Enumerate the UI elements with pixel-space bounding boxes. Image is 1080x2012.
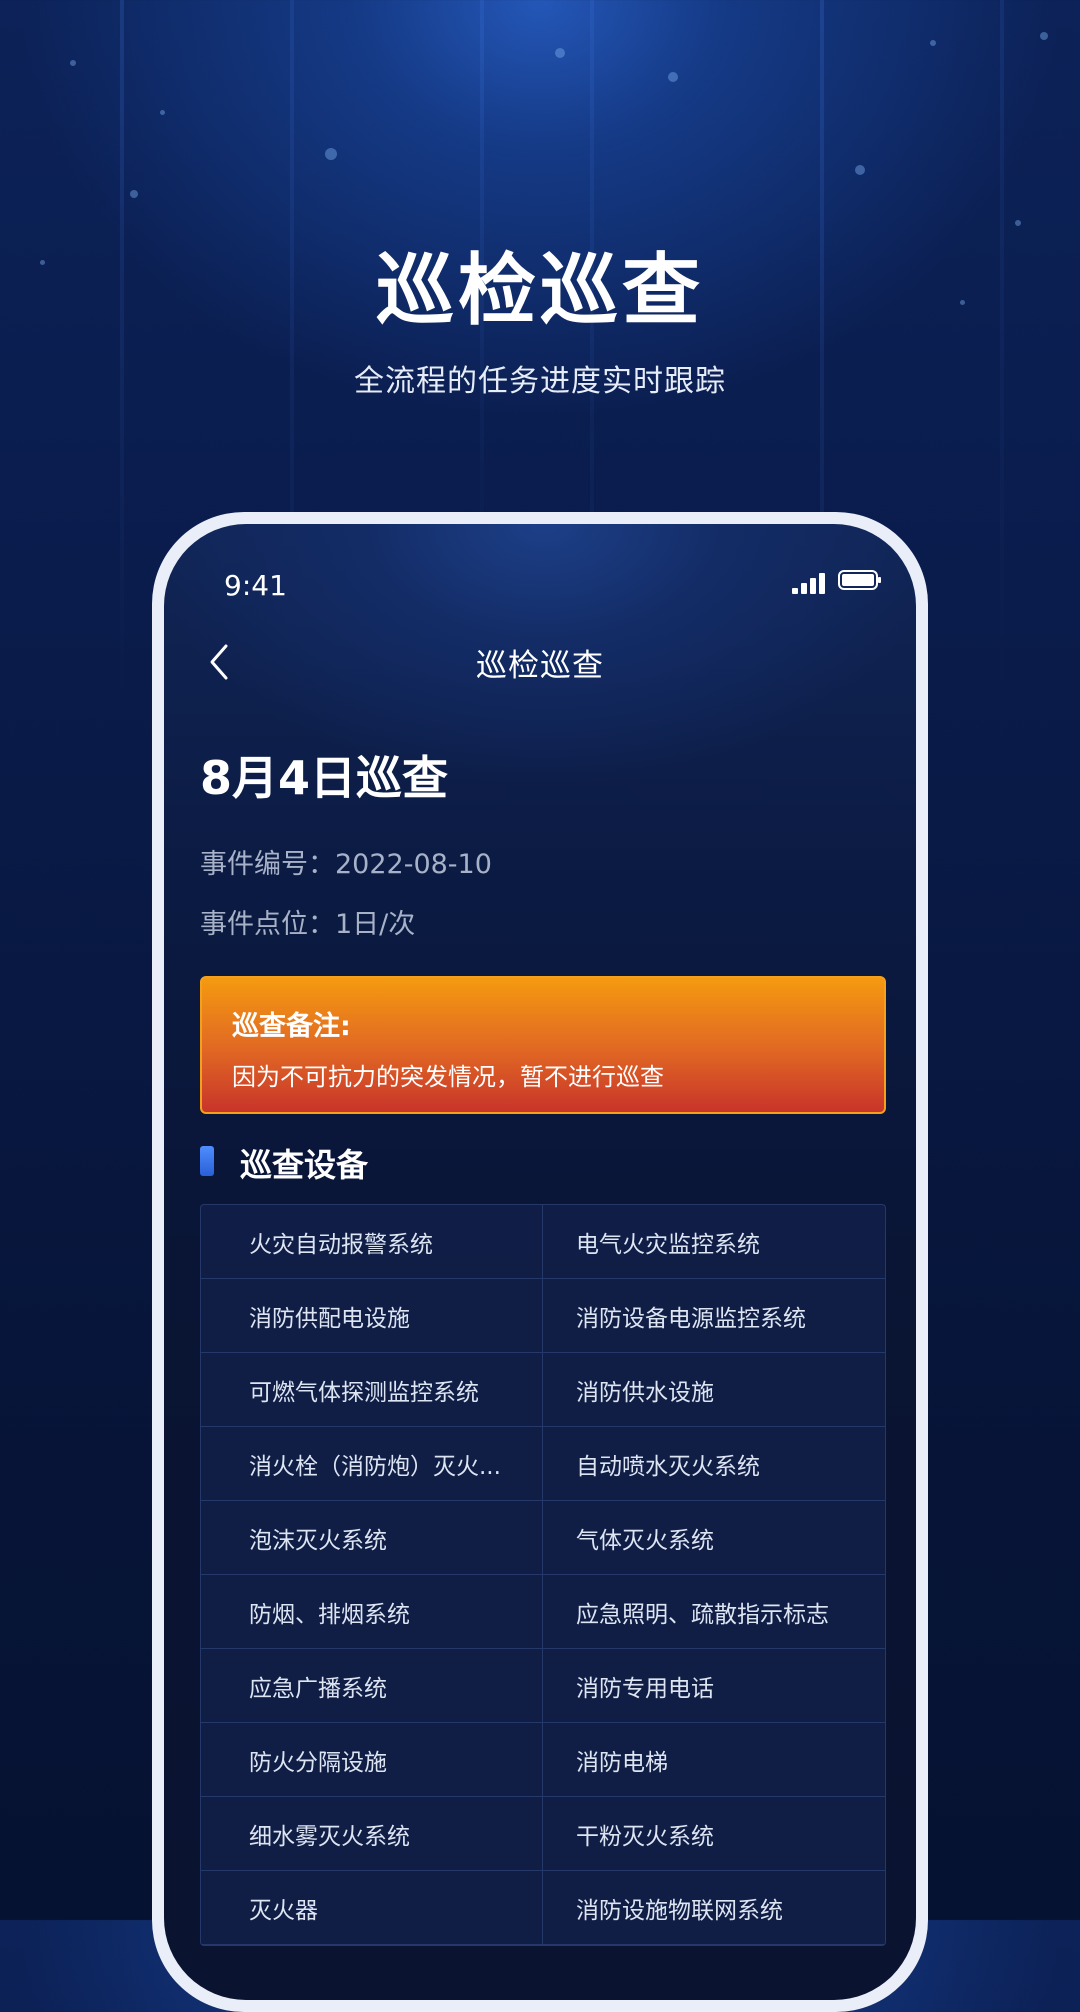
nav-title: 巡检巡查 xyxy=(476,648,604,684)
phone-frame: 9:41 巡检巡查 8月4日巡查 事件编号：2022-08-10 事件点位：1日… xyxy=(152,512,928,2012)
device-item[interactable]: 应急照明、疏散指示标志 xyxy=(543,1575,885,1649)
event-point-value: 1日/次 xyxy=(335,909,416,940)
device-item-label: 防火分隔设施 xyxy=(249,1749,387,1776)
device-item-label: 消防设施物联网系统 xyxy=(576,1897,783,1924)
device-item[interactable]: 消防供配电设施 xyxy=(201,1279,543,1353)
device-item-label: 干粉灭火系统 xyxy=(576,1823,714,1850)
device-item[interactable]: 电气火灾监控系统 xyxy=(543,1205,885,1279)
device-item[interactable]: 消防供水设施 xyxy=(543,1353,885,1427)
battery-icon xyxy=(838,570,881,590)
device-item-label: 自动喷水灭火系统 xyxy=(576,1453,760,1480)
device-item[interactable]: 应急广播系统 xyxy=(201,1649,543,1723)
devices-section-title: 巡查设备 xyxy=(240,1146,369,1184)
device-item-label: 火灾自动报警系统 xyxy=(249,1231,433,1258)
device-item[interactable]: 灭火器 xyxy=(201,1871,543,1945)
event-point-label: 事件点位： xyxy=(200,909,335,940)
device-item[interactable]: 防火分隔设施 xyxy=(201,1723,543,1797)
device-item-label: 气体灭火系统 xyxy=(576,1527,714,1554)
device-item-label: 可燃气体探测监控系统 xyxy=(249,1379,479,1406)
device-item-label: 细水雾灭火系统 xyxy=(249,1823,410,1850)
device-item-label: 应急照明、疏散指示标志 xyxy=(576,1601,829,1628)
device-item-label: 消防专用电话 xyxy=(576,1675,714,1702)
device-item-label: 泡沫灭火系统 xyxy=(249,1527,387,1554)
device-item[interactable]: 自动喷水灭火系统 xyxy=(543,1427,885,1501)
device-item-label: 应急广播系统 xyxy=(249,1675,387,1702)
section-marker xyxy=(200,1146,214,1176)
device-item[interactable]: 细水雾灭火系统 xyxy=(201,1797,543,1871)
device-item-label: 消防电梯 xyxy=(576,1749,668,1776)
device-item[interactable]: 消防设备电源监控系统 xyxy=(543,1279,885,1353)
hero-title: 巡检巡查 xyxy=(375,246,704,336)
device-item-label: 消火栓（消防炮）灭火... xyxy=(249,1453,501,1480)
hero-subtitle: 全流程的任务进度实时跟踪 xyxy=(354,364,726,399)
phone-screen: 9:41 巡检巡查 8月4日巡查 事件编号：2022-08-10 事件点位：1日… xyxy=(164,524,916,2000)
device-item[interactable]: 气体灭火系统 xyxy=(543,1501,885,1575)
inspection-note-card: 巡查备注: 因为不可抗力的突发情况，暂不进行巡查 xyxy=(200,976,886,1114)
device-grid: 火灾自动报警系统 电气火灾监控系统消防供配电设施 消防设备电源监控系统可燃气体探测监… xyxy=(200,1204,886,1946)
device-item[interactable]: 消火栓（消防炮）灭火... xyxy=(201,1427,543,1501)
event-point-row: 事件点位：1日/次 xyxy=(200,902,415,941)
event-number-label: 事件编号： xyxy=(200,849,335,880)
device-item-label: 防烟、排烟系统 xyxy=(249,1601,410,1628)
device-item[interactable]: 消防电梯 xyxy=(543,1723,885,1797)
device-item[interactable]: 火灾自动报警系统 xyxy=(201,1205,543,1279)
status-time: 9:41 xyxy=(224,569,287,602)
event-number-row: 事件编号：2022-08-10 xyxy=(200,842,492,881)
device-item-label: 电气火灾监控系统 xyxy=(576,1231,760,1258)
device-item[interactable]: 可燃气体探测监控系统 xyxy=(201,1353,543,1427)
device-item[interactable]: 消防专用电话 xyxy=(543,1649,885,1723)
device-item-label: 消防供配电设施 xyxy=(249,1305,410,1332)
device-item[interactable]: 干粉灭火系统 xyxy=(543,1797,885,1871)
device-item-label: 灭火器 xyxy=(249,1897,318,1924)
event-number-value: 2022-08-10 xyxy=(335,849,492,880)
device-item-label: 消防设备电源监控系统 xyxy=(576,1305,806,1332)
note-text: 因为不可抗力的突发情况，暂不进行巡查 xyxy=(232,1063,664,1091)
device-item[interactable]: 消防设施物联网系统 xyxy=(543,1871,885,1945)
device-item-label: 消防供水设施 xyxy=(576,1379,714,1406)
device-item[interactable]: 防烟、排烟系统 xyxy=(201,1575,543,1649)
device-item[interactable]: 泡沫灭火系统 xyxy=(201,1501,543,1575)
signal-icon xyxy=(792,572,826,594)
note-label: 巡查备注: xyxy=(232,1011,351,1042)
record-title: 8月4日巡查 xyxy=(200,751,449,805)
